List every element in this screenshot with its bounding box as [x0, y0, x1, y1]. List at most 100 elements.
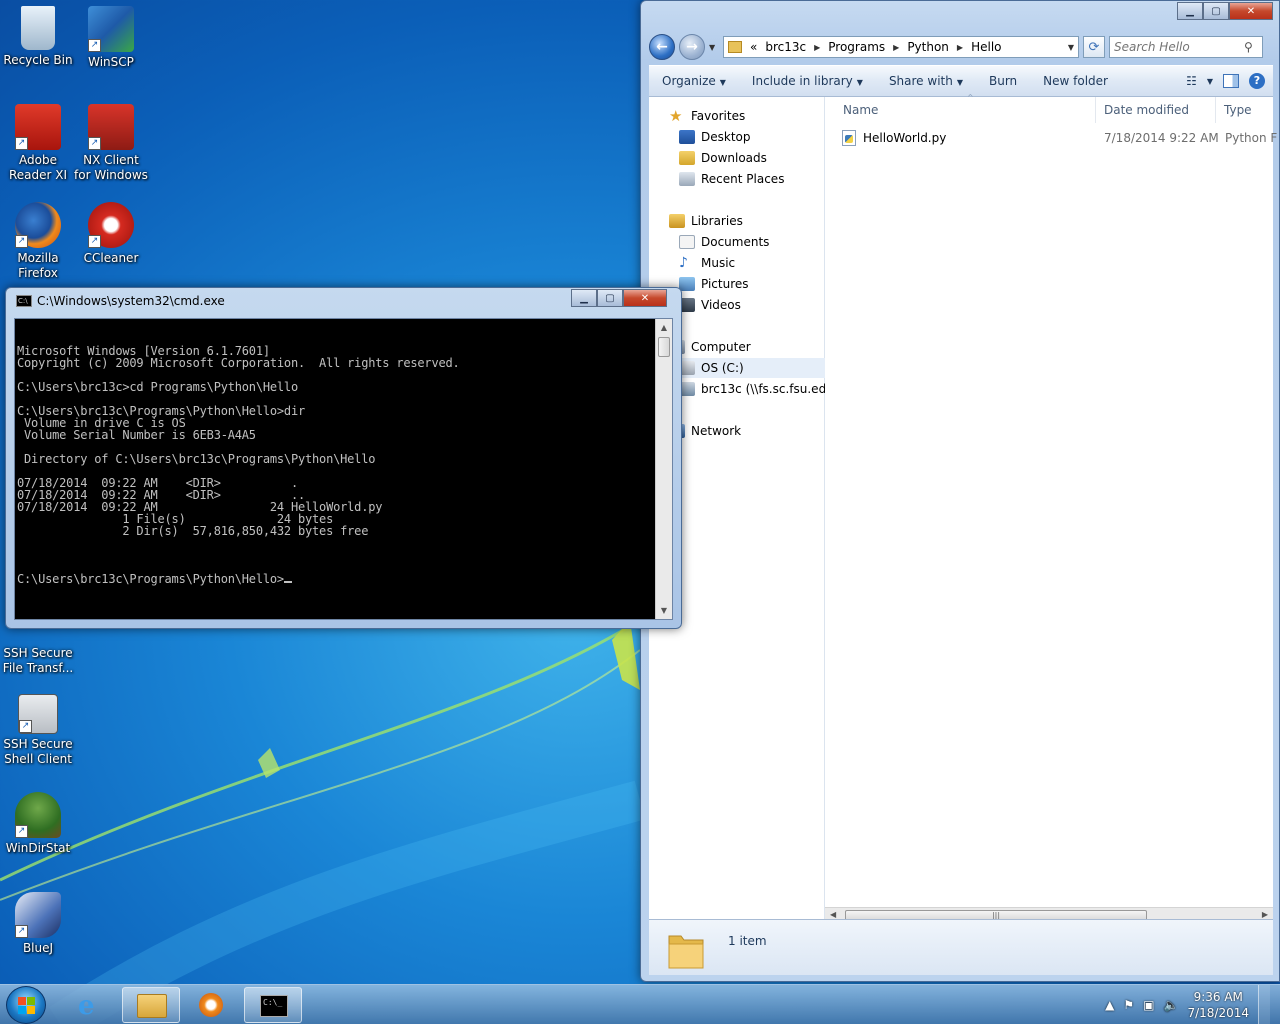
share-with-button[interactable]: Share with ▼ — [876, 74, 976, 88]
new-folder-button[interactable]: New folder — [1030, 74, 1121, 88]
nav-label: OS (C:) — [701, 361, 744, 375]
shortcut-arrow-icon: ↗ — [15, 825, 28, 838]
breadcrumb-python[interactable]: Python — [907, 40, 949, 54]
network-status-icon[interactable]: ▣ — [1143, 998, 1154, 1012]
forward-button[interactable]: → — [679, 34, 705, 60]
action-center-icon[interactable]: ⚑ — [1123, 998, 1134, 1012]
console-area[interactable]: Microsoft Windows [Version 6.1.7601] Copy… — [14, 318, 673, 620]
details-pane: 1 item — [649, 919, 1273, 975]
address-bar[interactable]: « brc13c ▶ Programs ▶ Python ▶ Hello ▼ — [723, 36, 1079, 58]
desktop-icon-ccleaner[interactable]: ↗ CCleaner — [73, 202, 149, 266]
nav-network[interactable]: Network — [669, 421, 845, 441]
search-input[interactable] — [1114, 40, 1244, 54]
breadcrumb-hello[interactable]: Hello — [971, 40, 1001, 54]
desktop-icon-adobe-reader[interactable]: ↗ Adobe Reader XI — [0, 104, 76, 183]
show-hidden-icons-icon[interactable]: ▲ — [1105, 998, 1114, 1012]
nav-label: Music — [701, 256, 736, 270]
search-icon[interactable]: ⚲ — [1244, 40, 1253, 54]
command-bar: Organize ▼ Include in library ▼ Share with… — [649, 65, 1273, 97]
preview-pane-icon[interactable] — [1223, 74, 1239, 88]
minimize-button[interactable]: ▁ — [1177, 2, 1203, 20]
maximize-button[interactable]: ▢ — [597, 289, 623, 307]
column-divider[interactable] — [1215, 97, 1216, 123]
recent-places-icon — [679, 172, 695, 186]
change-view-icon[interactable]: ☷ — [1186, 74, 1197, 88]
desktop-icon-nx-client[interactable]: ↗ NX Client for Windows — [73, 104, 149, 183]
bluej-icon: ↗ — [15, 892, 61, 938]
file-row[interactable]: HelloWorld.py 7/18/2014 9:22 AM Python F — [839, 128, 1277, 148]
column-header-type[interactable]: Type — [1224, 103, 1252, 117]
console-line: C:\Users\brc13c>cd Programs\Python\Hello — [17, 380, 298, 394]
scroll-up-icon[interactable]: ▲ — [656, 319, 672, 336]
scroll-thumb[interactable] — [658, 337, 670, 357]
desktop-icon — [679, 130, 695, 144]
view-options-dropdown-icon[interactable]: ▼ — [1207, 77, 1213, 86]
breadcrumb-separator-icon[interactable]: ▶ — [814, 43, 820, 52]
address-dropdown-icon[interactable]: ▼ — [1068, 43, 1074, 52]
music-icon: ♪ — [679, 255, 688, 271]
folder-icon — [728, 41, 742, 53]
text-cursor — [283, 581, 292, 583]
close-button[interactable]: ✕ — [1229, 2, 1273, 20]
desktop-icon-firefox[interactable]: ↗ Mozilla Firefox — [0, 202, 76, 281]
taskbar-windows-explorer[interactable] — [122, 987, 180, 1023]
maximize-button[interactable]: ▢ — [1203, 2, 1229, 20]
breadcrumb-overflow[interactable]: « — [750, 40, 757, 54]
taskbar-cmd[interactable]: C:\_ — [244, 987, 302, 1023]
sort-indicator-icon: ^ — [967, 93, 974, 102]
burn-button[interactable]: Burn — [976, 74, 1030, 88]
nav-label: Pictures — [701, 277, 749, 291]
organize-button[interactable]: Organize ▼ — [649, 74, 739, 88]
explorer-window-controls: ▁ ▢ ✕ — [1177, 2, 1273, 20]
nav-libraries[interactable]: Libraries — [669, 211, 845, 231]
recent-pages-dropdown[interactable]: ▼ — [709, 43, 719, 52]
system-tray: ▲ ⚑ ▣ 🔈 9:36 AM 7/18/2014 — [1105, 985, 1270, 1024]
recycle-bin-icon — [21, 6, 55, 50]
minimize-button[interactable]: ▁ — [571, 289, 597, 307]
search-box: ⚲ — [1109, 36, 1263, 58]
volume-muted-icon[interactable]: 🔈 — [1164, 998, 1179, 1012]
nav-computer[interactable]: Computer — [669, 337, 845, 357]
desktop-icon-label: WinSCP — [88, 55, 134, 69]
desktop-icon-windirstat[interactable]: ↗ WinDirStat — [0, 792, 76, 856]
refresh-icon: ⟳ — [1088, 39, 1100, 55]
column-header-name[interactable]: Name — [843, 103, 878, 117]
pictures-icon — [679, 277, 695, 291]
taskbar-internet-explorer[interactable]: e — [62, 987, 120, 1023]
taskbar-media-player[interactable] — [182, 987, 240, 1023]
desktop-icon-bluej[interactable]: ↗ BlueJ — [0, 892, 76, 956]
start-button[interactable] — [6, 986, 46, 1024]
breadcrumb-brc13c[interactable]: brc13c — [765, 40, 806, 54]
desktop-icon-ssh-file-transfer[interactable]: SSH Secure File Transf... — [0, 646, 76, 676]
close-button[interactable]: ✕ — [623, 289, 667, 307]
include-in-library-button[interactable]: Include in library ▼ — [739, 74, 876, 88]
cmd-titlebar[interactable]: C:\ C:\Windows\system32\cmd.exe — [16, 294, 225, 308]
scroll-down-icon[interactable]: ▼ — [656, 602, 672, 619]
shortcut-arrow-icon: ↗ — [88, 137, 101, 150]
scroll-left-icon[interactable]: ◀ — [830, 910, 836, 919]
windirstat-icon: ↗ — [15, 792, 61, 838]
breadcrumb-separator-icon[interactable]: ▶ — [893, 43, 899, 52]
console-output: Microsoft Windows [Version 6.1.7601] Copy… — [17, 321, 654, 617]
console-scrollbar[interactable]: ▲ ▼ — [655, 319, 672, 619]
file-type: Python F — [1225, 131, 1278, 145]
column-divider[interactable] — [1095, 97, 1096, 123]
nav-favorites[interactable]: ★ Favorites — [669, 106, 845, 126]
column-header-date-modified[interactable]: Date modified — [1104, 103, 1189, 117]
scroll-right-icon[interactable]: ▶ — [1262, 910, 1268, 919]
breadcrumb-programs[interactable]: Programs — [828, 40, 885, 54]
clock-time: 9:36 AM — [1193, 990, 1243, 1004]
toolbar-right: ☷ ▼ ? — [1186, 73, 1273, 89]
desktop-icon-ssh-shell-client[interactable]: ↗ SSH Secure Shell Client — [0, 694, 76, 767]
back-button[interactable]: ← — [649, 34, 675, 60]
help-icon[interactable]: ? — [1249, 73, 1265, 89]
breadcrumb-separator-icon[interactable]: ▶ — [957, 43, 963, 52]
desktop-icon-winscp[interactable]: ↗ WinSCP — [73, 6, 149, 70]
console-line: Copyright (c) 2009 Microsoft Corporation… — [17, 356, 460, 370]
refresh-button[interactable]: ⟳ — [1083, 36, 1105, 58]
show-desktop-button[interactable] — [1258, 985, 1270, 1024]
cmd-icon: C:\ — [16, 295, 32, 307]
desktop-icon-recycle-bin[interactable]: Recycle Bin — [0, 6, 76, 68]
clock[interactable]: 9:36 AM 7/18/2014 — [1187, 989, 1249, 1021]
nav-label: Network — [691, 424, 742, 438]
